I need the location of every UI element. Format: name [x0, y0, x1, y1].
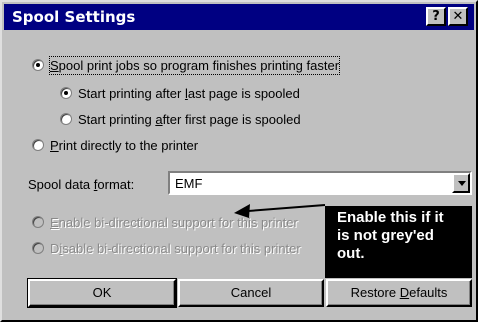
disable-bidi-radio — [32, 242, 44, 254]
start-after-first-radio[interactable] — [60, 113, 72, 125]
start-after-last-label[interactable]: Start printing after last page is spoole… — [78, 85, 300, 102]
close-button[interactable]: ✕ — [448, 7, 468, 26]
callout-line-2: is not grey'ed — [337, 227, 434, 244]
spool-jobs-radio[interactable] — [32, 59, 44, 71]
enable-bidi-radio — [32, 216, 44, 228]
callout-line-3: out. — [337, 245, 365, 262]
restore-defaults-button[interactable]: Restore Defaults — [326, 279, 472, 307]
title-bar: Spool Settings ? ✕ — [4, 4, 474, 30]
spool-format-select[interactable]: EMF — [168, 171, 472, 195]
spool-format-value: EMF — [175, 176, 203, 191]
help-button[interactable]: ? — [426, 7, 446, 26]
enable-bidi-label: Enable bi-directional support for this p… — [50, 215, 298, 230]
start-after-first-label[interactable]: Start printing after first page is spool… — [78, 111, 301, 128]
spool-settings-dialog: Spool Settings ? ✕ Spool print jobs so p… — [0, 0, 478, 322]
start-after-last-radio[interactable] — [60, 87, 72, 99]
callout-note: Enable this if it is not grey'ed out. — [325, 206, 472, 278]
cancel-button[interactable]: Cancel — [178, 279, 324, 307]
dialog-title: Spool Settings — [12, 8, 136, 26]
ok-button[interactable]: OK — [27, 278, 177, 308]
callout-line-1: Enable this if it — [337, 209, 444, 226]
print-direct-radio[interactable] — [32, 139, 44, 151]
chevron-down-icon — [458, 181, 466, 186]
spool-jobs-label[interactable]: Spool print jobs so program finishes pri… — [48, 56, 341, 75]
spool-format-label: Spool data format: — [28, 177, 135, 192]
print-direct-label[interactable]: Print directly to the printer — [50, 137, 198, 154]
disable-bidi-label: Disable bi-directional support for this … — [50, 241, 301, 256]
dropdown-button[interactable] — [452, 173, 470, 193]
